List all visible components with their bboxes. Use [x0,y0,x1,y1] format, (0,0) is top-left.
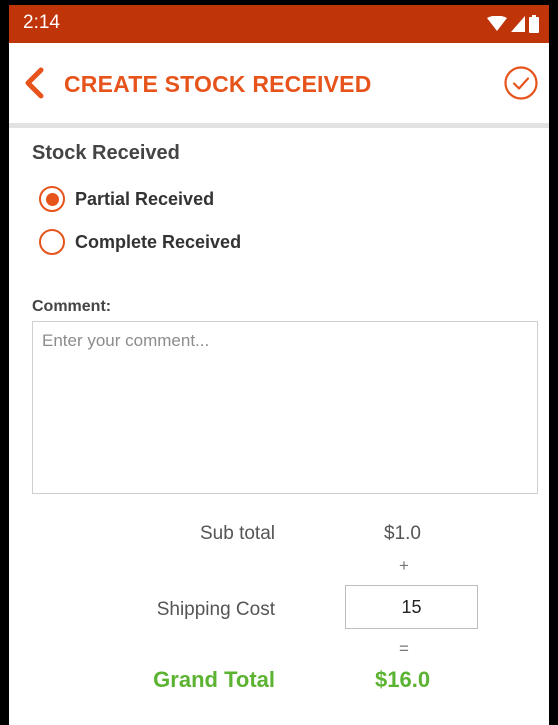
radio-complete-received[interactable]: Complete Received [39,228,241,256]
check-circle-icon [504,66,538,100]
signal-icon [511,16,525,32]
grand-total-value: $16.0 [375,667,431,692]
grand-total-label: Grand Total [153,667,275,692]
confirm-button[interactable] [503,65,539,101]
radio-partial-received[interactable]: Partial Received [39,185,214,213]
status-icons [487,14,539,34]
plus-sign: + [399,556,409,575]
sub-total-label: Sub total [200,523,275,544]
toolbar: CREATE STOCK RECEIVED [9,43,549,123]
comment-field[interactable] [32,321,538,494]
comment-input[interactable] [33,322,537,493]
stock-received-title: Stock Received [32,142,180,164]
chevron-left-icon [25,67,44,99]
radio-selected-icon [39,186,65,212]
radio-label: Complete Received [75,231,242,252]
shipping-cost-field[interactable] [345,585,478,629]
shipping-cost-label: Shipping Cost [156,599,275,620]
radio-label: Partial Received [75,188,215,209]
radio-unselected-icon [39,229,65,255]
status-bar: 2:14 [9,5,549,43]
sub-total-value: $1.0 [384,523,421,544]
battery-icon [529,15,539,33]
wifi-icon [487,16,507,32]
page-title: CREATE STOCK RECEIVED [64,71,372,97]
back-button[interactable] [21,67,51,99]
app-screen: 2:14 CREATE STOCK RECEIVED Stock Receive… [0,0,558,725]
status-time: 2:14 [23,12,60,33]
shipping-cost-input[interactable] [346,586,477,628]
toolbar-divider [9,123,549,128]
comment-label: Comment: [32,298,112,315]
equals-sign: = [399,639,409,658]
